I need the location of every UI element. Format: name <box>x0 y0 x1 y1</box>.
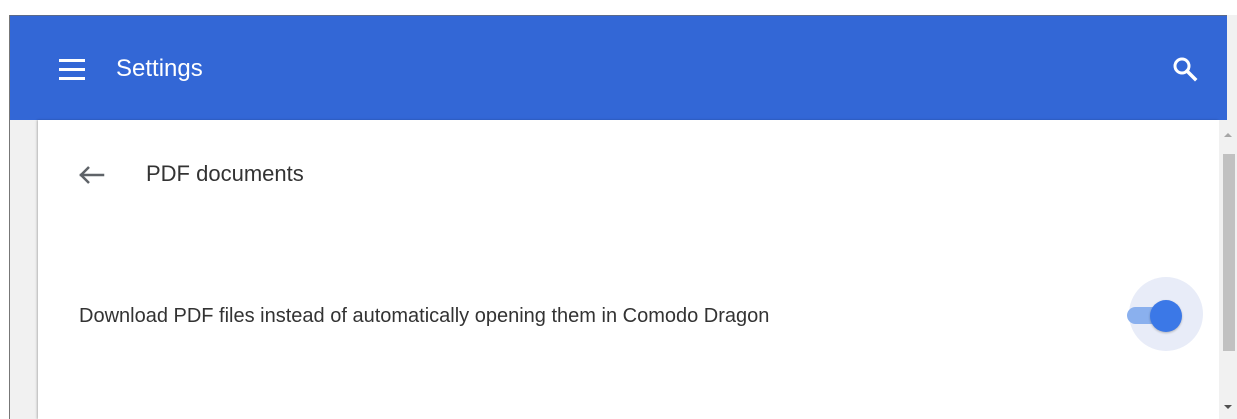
settings-header: Settings <box>10 15 1227 120</box>
search-icon[interactable] <box>1170 54 1200 84</box>
settings-card: PDF documents Download PDF files instead… <box>38 120 1219 419</box>
header-title: Settings <box>116 55 203 82</box>
hamburger-menu-icon[interactable] <box>57 57 89 81</box>
scroll-thumb[interactable] <box>1223 154 1235 351</box>
scroll-down-arrow-icon[interactable] <box>1219 400 1237 414</box>
window-right-frame <box>1227 15 1237 120</box>
scroll-up-arrow-icon[interactable] <box>1219 128 1237 142</box>
browser-window: Settings PDF documents Download PDF file… <box>0 0 1237 419</box>
back-arrow-icon[interactable] <box>74 158 108 192</box>
toggle-knob <box>1150 300 1182 332</box>
window-top-frame <box>0 0 1237 15</box>
vertical-scrollbar[interactable] <box>1219 120 1237 419</box>
window-left-frame <box>0 15 10 419</box>
setting-label-download-pdf: Download PDF files instead of automatica… <box>79 305 770 327</box>
download-pdf-toggle[interactable] <box>1127 277 1203 353</box>
page-title: PDF documents <box>146 161 304 186</box>
